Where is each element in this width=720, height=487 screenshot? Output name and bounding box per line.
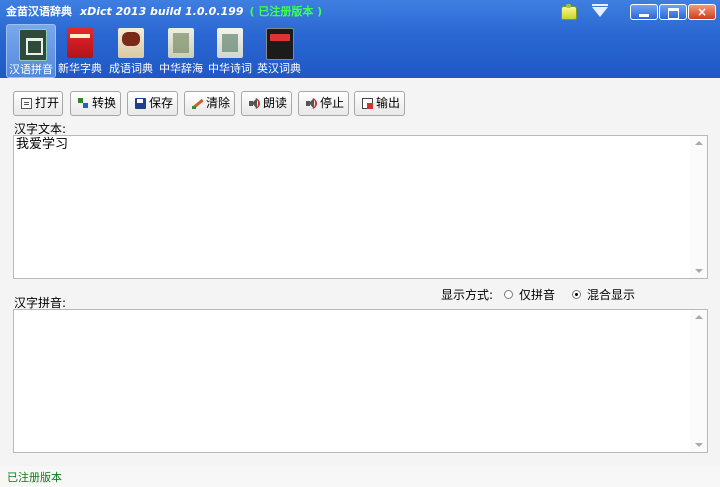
maximize-button[interactable] <box>659 4 687 20</box>
nav-item-pinyin[interactable]: 汉语拼音 <box>6 24 56 78</box>
app-name: 金苗汉语辞典 <box>6 5 72 18</box>
radio-mixed-display-indicator[interactable] <box>572 290 581 299</box>
convert-button[interactable]: 转换 <box>70 91 121 116</box>
idiom-dictionary-icon <box>118 28 144 58</box>
display-mode-label: 显示方式: <box>441 288 494 302</box>
dropdown-menu-icon[interactable] <box>592 4 608 17</box>
nav-label: 新华字典 <box>58 62 102 75</box>
title-bar: 金苗汉语辞典 xDict 2013 build 1.0.0.199 ( 已注册版本 … <box>0 0 720 78</box>
output-label: 汉字拼音: <box>14 296 67 310</box>
english-chinese-dictionary-icon <box>266 28 294 60</box>
open-button[interactable]: 打开 <box>13 91 63 116</box>
input-text: 我爱学习 <box>16 137 69 152</box>
nav-label: 汉语拼音 <box>9 63 53 76</box>
convert-icon <box>78 98 89 109</box>
nav-item-chengyu[interactable]: 成语词典 <box>106 24 156 78</box>
nav-item-xinhua[interactable]: 新华字典 <box>55 24 105 78</box>
pinyin-book-icon <box>19 29 47 61</box>
radio-pinyin-only-label: 仅拼音 <box>519 288 556 302</box>
chinese-text-input[interactable]: 我爱学习 <box>13 135 708 279</box>
radio-pinyin-only-indicator[interactable] <box>504 290 513 299</box>
xinhua-dictionary-icon <box>67 28 93 58</box>
output-scrollbar[interactable] <box>690 310 707 452</box>
export-icon <box>362 98 373 109</box>
maximize-icon <box>668 8 679 19</box>
skin-shirt-icon[interactable] <box>561 4 577 20</box>
close-icon: × <box>696 5 708 19</box>
clear-button[interactable]: 清除 <box>184 91 235 116</box>
open-file-icon <box>21 98 32 109</box>
export-label: 输出 <box>376 96 401 110</box>
minimize-button[interactable] <box>630 4 658 20</box>
stop-button[interactable]: 停止 <box>298 91 349 116</box>
scroll-up-icon[interactable] <box>695 315 703 319</box>
export-button[interactable]: 输出 <box>354 91 405 116</box>
speaker-icon <box>249 98 260 109</box>
save-label: 保存 <box>149 96 174 110</box>
read-aloud-button[interactable]: 朗读 <box>241 91 292 116</box>
close-button[interactable]: × <box>688 4 716 20</box>
cihai-icon <box>168 28 194 58</box>
nav-item-yinghan[interactable]: 英汉词典 <box>254 24 304 78</box>
status-bar: 已注册版本 <box>0 466 720 487</box>
nav-label: 成语词典 <box>109 62 153 75</box>
status-text: 已注册版本 <box>7 471 62 484</box>
minimize-icon <box>639 14 649 17</box>
open-label: 打开 <box>35 96 60 110</box>
nav-label: 中华辞海 <box>159 62 203 75</box>
scroll-down-icon[interactable] <box>695 269 703 273</box>
convert-label: 转换 <box>92 96 117 110</box>
radio-mixed-display-label: 混合显示 <box>587 288 636 302</box>
input-scrollbar[interactable] <box>690 136 707 278</box>
save-disk-icon <box>135 98 146 109</box>
nav-label: 英汉词典 <box>257 62 301 75</box>
clear-brush-icon <box>192 98 203 109</box>
nav-label: 中华诗词 <box>208 62 252 75</box>
input-label: 汉字文本: <box>14 122 67 136</box>
stop-label: 停止 <box>320 96 345 110</box>
window-title: 金苗汉语辞典 xDict 2013 build 1.0.0.199 ( 已注册版本 … <box>6 4 322 20</box>
scroll-up-icon[interactable] <box>695 141 703 145</box>
poetry-icon <box>217 28 243 58</box>
nav-item-shici[interactable]: 中华诗词 <box>205 24 255 78</box>
save-button[interactable]: 保存 <box>127 91 178 116</box>
nav-item-cihai[interactable]: 中华辞海 <box>156 24 206 78</box>
pinyin-output-area[interactable] <box>13 309 708 453</box>
speaker-stop-icon <box>306 98 317 109</box>
registration-status: ( 已注册版本 ) <box>249 5 323 18</box>
clear-label: 清除 <box>206 96 231 110</box>
scroll-down-icon[interactable] <box>695 443 703 447</box>
app-version: xDict 2013 build 1.0.0.199 <box>80 5 244 18</box>
read-label: 朗读 <box>263 96 288 110</box>
